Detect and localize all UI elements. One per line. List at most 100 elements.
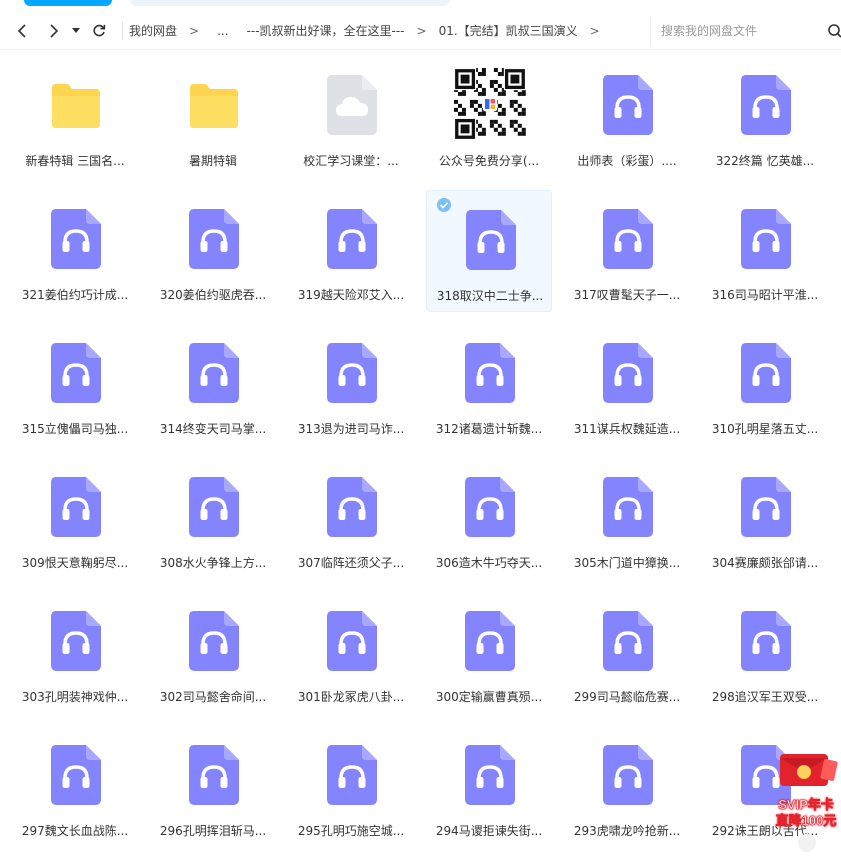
file-item[interactable]: 新春特辑 三国名... — [12, 56, 138, 178]
file-thumbnail — [464, 342, 516, 404]
audio-file-icon — [603, 611, 653, 671]
check-circle-icon — [437, 198, 451, 212]
audio-file-icon — [327, 745, 377, 805]
audio-file-icon — [51, 611, 101, 671]
file-item[interactable]: 309恨天意鞠躬尽... — [12, 458, 138, 580]
file-thumbnail — [602, 342, 654, 404]
file-thumbnail — [50, 476, 102, 538]
file-item[interactable]: 310孔明星落五丈... — [702, 324, 828, 446]
file-item[interactable]: 322终篇 忆英雄... — [702, 56, 828, 178]
file-item[interactable]: 300定输赢曹真殒... — [426, 592, 552, 714]
breadcrumb-separator: > — [189, 23, 200, 38]
file-item[interactable]: 校汇学习课堂：... — [288, 56, 414, 178]
forward-button[interactable] — [38, 16, 68, 46]
audio-file-icon — [327, 477, 377, 537]
file-item[interactable]: 311谋兵权魏延造... — [564, 324, 690, 446]
file-name: 293虎啸龙吟抢新... — [573, 824, 681, 838]
selection-checkbox[interactable] — [437, 197, 451, 216]
chevron-right-icon — [50, 23, 59, 38]
file-item[interactable]: 314终变天司马掌... — [150, 324, 276, 446]
file-name: 299司马懿临危赛... — [573, 690, 681, 704]
file-item[interactable]: 302司马懿舍命间... — [150, 592, 276, 714]
file-item[interactable]: 295孔明巧施空城... — [288, 726, 414, 848]
file-item[interactable]: 公众号免费分享(... — [426, 56, 552, 178]
search-icon[interactable] — [827, 23, 841, 39]
file-name: 307临阵还须父子... — [297, 556, 405, 570]
file-item[interactable]: 304赛廉颇张郃请... — [702, 458, 828, 580]
file-item[interactable]: 294马谡拒谏失街... — [426, 726, 552, 848]
file-item[interactable]: 297魏文长血战陈... — [12, 726, 138, 848]
file-name: 294马谡拒谏失街... — [435, 824, 543, 838]
audio-file-icon — [51, 745, 101, 805]
file-name: 313退为进司马诈... — [297, 422, 405, 436]
file-name: 310孔明星落五丈... — [711, 422, 819, 436]
file-item[interactable]: 307临阵还须父子... — [288, 458, 414, 580]
file-item[interactable]: 293虎啸龙吟抢新... — [564, 726, 690, 848]
file-item[interactable]: 306造木牛巧夺天... — [426, 458, 552, 580]
breadcrumb-item-root[interactable]: 我的网盘 — [129, 22, 177, 39]
svip-promo-badge[interactable]: SVIP年卡 直降100元 — [770, 752, 841, 830]
file-name: 315立傀儡司马独... — [21, 422, 129, 436]
top-toolbar-strip — [0, 0, 841, 10]
refresh-button[interactable] — [84, 16, 114, 46]
file-item[interactable]: 298追汉军王双受... — [702, 592, 828, 714]
file-name: 300定输赢曹真殒... — [435, 690, 543, 704]
file-item[interactable]: 316司马昭计平淮... — [702, 190, 828, 312]
audio-file-icon — [465, 745, 515, 805]
file-thumbnail — [740, 208, 792, 270]
audio-file-icon — [51, 343, 101, 403]
history-dropdown-button[interactable] — [68, 16, 84, 46]
file-name: 306造木牛巧夺天... — [435, 556, 543, 570]
breadcrumb-separator: > — [416, 23, 427, 38]
file-name: 297魏文长血战陈... — [21, 824, 129, 838]
file-item[interactable]: 315立傀儡司马独... — [12, 324, 138, 446]
file-name: 312诸葛遗计斩魏... — [435, 422, 543, 436]
file-thumbnail — [326, 208, 378, 270]
file-item[interactable]: 出师表（彩蛋）.... — [564, 56, 690, 178]
file-name: 校汇学习课堂：... — [303, 154, 399, 168]
audio-file-icon — [327, 611, 377, 671]
audio-file-icon — [327, 209, 377, 269]
file-item[interactable]: 312诸葛遗计斩魏... — [426, 324, 552, 446]
breadcrumb-separator: > — [589, 23, 600, 38]
file-item[interactable]: 暑期特辑 — [150, 56, 276, 178]
file-name: 314终变天司马掌... — [159, 422, 267, 436]
file-thumbnail — [326, 74, 378, 136]
file-item[interactable]: 319越天险邓艾入... — [288, 190, 414, 312]
file-name: 304赛廉颇张郃请... — [711, 556, 819, 570]
upload-button-edge[interactable] — [24, 0, 112, 6]
audio-file-icon — [51, 477, 101, 537]
back-button[interactable] — [8, 16, 38, 46]
file-item[interactable]: 321姜伯约巧计成... — [12, 190, 138, 312]
audio-file-icon — [465, 611, 515, 671]
search-input[interactable] — [651, 24, 811, 38]
file-item[interactable]: 320姜伯约驱虎吞... — [150, 190, 276, 312]
refresh-icon — [93, 24, 106, 36]
file-thumbnail — [464, 744, 516, 806]
file-thumbnail — [602, 208, 654, 270]
file-item[interactable]: 317叹曹髦天子一... — [564, 190, 690, 312]
qrcode-thumbnail — [454, 68, 526, 140]
toolbar-pill-edge[interactable] — [130, 0, 450, 6]
file-item[interactable]: 296孔明挥泪斩马... — [150, 726, 276, 848]
audio-file-icon — [741, 611, 791, 671]
file-item[interactable]: 305木门道中獐换... — [564, 458, 690, 580]
file-item[interactable]: 318取汉中二士争... — [426, 190, 552, 312]
file-item[interactable]: 303孔明装神戏仲... — [12, 592, 138, 714]
breadcrumb-item-current[interactable]: 01.【完结】凯叔三国演义 — [439, 22, 578, 39]
file-name: 321姜伯约巧计成... — [21, 288, 129, 302]
audio-file-icon — [603, 745, 653, 805]
audio-file-icon — [189, 477, 239, 537]
breadcrumb-item-parent[interactable]: ---凯叔新出好课，全在这里--- — [247, 22, 405, 39]
audio-file-icon — [465, 343, 515, 403]
file-name: 317叹曹髦天子一... — [573, 288, 681, 302]
file-name: 308水火争锋上方... — [159, 556, 267, 570]
cloud-file-icon — [327, 75, 377, 135]
audio-file-icon — [189, 343, 239, 403]
breadcrumb-item-ellipsis[interactable]: ... — [217, 24, 228, 38]
file-item[interactable]: 313退为进司马诈... — [288, 324, 414, 446]
file-item[interactable]: 301卧龙冢虎八卦... — [288, 592, 414, 714]
scroll-to-top-button[interactable] — [798, 834, 816, 852]
file-item[interactable]: 299司马懿临危赛... — [564, 592, 690, 714]
file-item[interactable]: 308水火争锋上方... — [150, 458, 276, 580]
